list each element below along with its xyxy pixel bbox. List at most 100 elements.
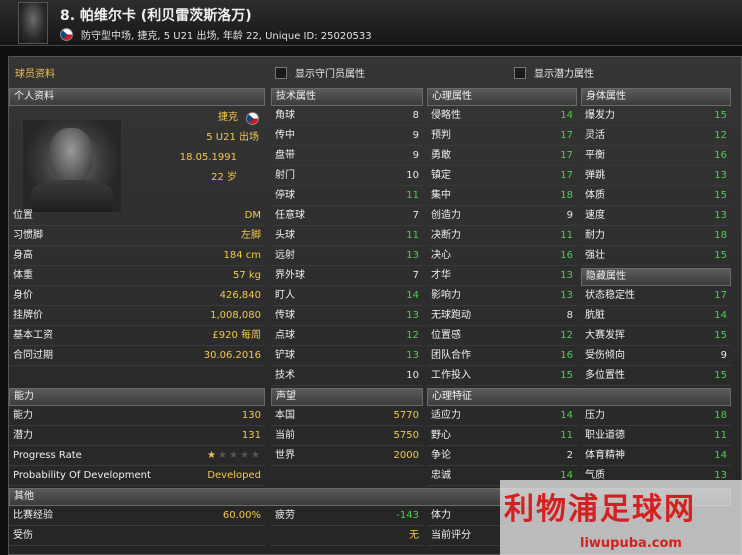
row-label: 身价	[13, 290, 33, 301]
czech-flag-icon	[60, 28, 73, 41]
row-value: 57 kg	[232, 270, 261, 281]
watermark-title: 利物浦足球网	[504, 492, 696, 527]
row-value: 18	[714, 230, 727, 241]
technical-row: 铲球 13	[271, 346, 423, 366]
row-label: 比赛经验	[13, 510, 53, 521]
progress-rate-stars: ★ ★ ★ ★ ★	[206, 446, 261, 465]
nation-value: 捷克	[218, 112, 238, 123]
progress-rate-label: Progress Rate	[13, 450, 82, 461]
row-label: 本国	[275, 410, 295, 421]
row-value: 131	[241, 430, 261, 441]
star-empty-icon: ★	[251, 450, 260, 461]
row-label: 受伤	[13, 530, 33, 541]
traits-row: 体育精神 14	[581, 446, 731, 466]
mental-traits-section-header: 心理特征	[427, 388, 731, 406]
row-value: 17	[560, 170, 573, 181]
row-label: 挂牌价	[13, 310, 43, 321]
hidden-row: 多位置性 15	[581, 366, 731, 386]
player-portrait	[23, 120, 121, 212]
row-label: 压力	[585, 410, 605, 421]
row-value: 7	[412, 210, 419, 221]
row-label: 无球跑动	[431, 310, 471, 321]
show-potential-checkbox[interactable]	[514, 66, 526, 79]
row-label: 平衡	[585, 150, 605, 161]
row-label: 创造力	[431, 210, 461, 221]
row-value: 60.00%	[222, 510, 261, 521]
row-label: 界外球	[275, 270, 305, 281]
row-label: 强壮	[585, 250, 605, 261]
row-value: 5750	[393, 430, 419, 441]
row-value: 14	[560, 410, 573, 421]
row-label: 角球	[275, 110, 295, 121]
personal-row: 基本工资 £920 每周	[9, 326, 265, 346]
row-label: 适应力	[431, 410, 461, 421]
date-of-birth: 18.05.1991	[179, 152, 237, 163]
development-row: Probability Of Development Developed	[9, 466, 265, 486]
mental-row: 勇敢 17	[427, 146, 577, 166]
row-value: 1,008,080	[210, 310, 261, 321]
row-label: 才华	[431, 270, 451, 281]
technical-row: 传球 13	[271, 306, 423, 326]
row-label: 盘带	[275, 150, 295, 161]
row-label: 世界	[275, 450, 295, 461]
physical-row: 体质 15	[581, 186, 731, 206]
row-label: 技术	[275, 370, 295, 381]
row-value: 2000	[393, 450, 419, 461]
row-label: 基本工资	[13, 330, 53, 341]
development-value: Developed	[207, 470, 261, 481]
row-value: 16	[714, 150, 727, 161]
row-value: 10	[406, 370, 419, 381]
ability-section-header: 能力	[9, 388, 265, 406]
row-value: 14	[406, 290, 419, 301]
row-label: 速度	[585, 210, 605, 221]
technical-row: 停球 11	[271, 186, 423, 206]
progress-rate-row: Progress Rate ★ ★ ★ ★ ★	[9, 446, 265, 466]
row-label: 爆发力	[585, 110, 615, 121]
row-value: 11	[560, 430, 573, 441]
row-value: 13	[406, 310, 419, 321]
row-value: 13	[406, 350, 419, 361]
row-value: 14	[560, 110, 573, 121]
row-label: 位置	[13, 210, 33, 221]
row-value: DM	[244, 210, 261, 221]
player-subtitle: 防守型中场, 捷克, 5 U21 出场, 年龄 22, Unique ID: 2…	[81, 31, 372, 42]
watermark-url: liwupuba.com	[580, 536, 682, 551]
row-value: 10	[406, 170, 419, 181]
row-label: 灵活	[585, 130, 605, 141]
personal-section-header: 个人资料	[9, 88, 265, 106]
mental-row: 位置感 12	[427, 326, 577, 346]
technical-row: 盘带 9	[271, 146, 423, 166]
traits-row: 压力 18	[581, 406, 731, 426]
watermark: 利物浦足球网 liwupuba.com	[500, 480, 742, 555]
technical-row: 盯人 14	[271, 286, 423, 306]
reputation-row: 本国 5770	[271, 406, 423, 426]
fitness-label: 体力	[431, 510, 451, 521]
row-label: 影响力	[431, 290, 461, 301]
row-value: 15	[714, 250, 727, 261]
show-potential-checkbox-row[interactable]: 显示潜力属性	[514, 65, 594, 80]
star-empty-icon: ★	[218, 450, 227, 461]
status-value: 无	[409, 530, 419, 541]
physical-row: 弹跳 13	[581, 166, 731, 186]
star-filled-icon: ★	[207, 450, 216, 461]
hidden-row: 受伤倾向 9	[581, 346, 731, 366]
row-label: 当前	[275, 430, 295, 441]
show-goalkeeper-checkbox-row[interactable]: 显示守门员属性	[275, 65, 365, 80]
show-goalkeeper-checkbox[interactable]	[275, 66, 287, 79]
row-label: 点球	[275, 330, 295, 341]
physical-section-header: 身体属性	[581, 88, 731, 106]
row-label: 传球	[275, 310, 295, 321]
row-value: 7	[412, 270, 419, 281]
row-label: 预判	[431, 130, 451, 141]
row-value: 5770	[393, 410, 419, 421]
mental-row: 决心 16	[427, 246, 577, 266]
physical-row: 速度 13	[581, 206, 731, 226]
row-label: 职业道德	[585, 430, 625, 441]
mental-row: 工作投入 15	[427, 366, 577, 386]
fatigue-row: 疲劳 -143	[271, 506, 423, 526]
row-label: 位置感	[431, 330, 461, 341]
development-label: Probability Of Development	[13, 470, 151, 481]
physical-row: 平衡 16	[581, 146, 731, 166]
nation-row: 捷克	[218, 108, 259, 128]
panel-title: 球员资料	[15, 69, 55, 80]
